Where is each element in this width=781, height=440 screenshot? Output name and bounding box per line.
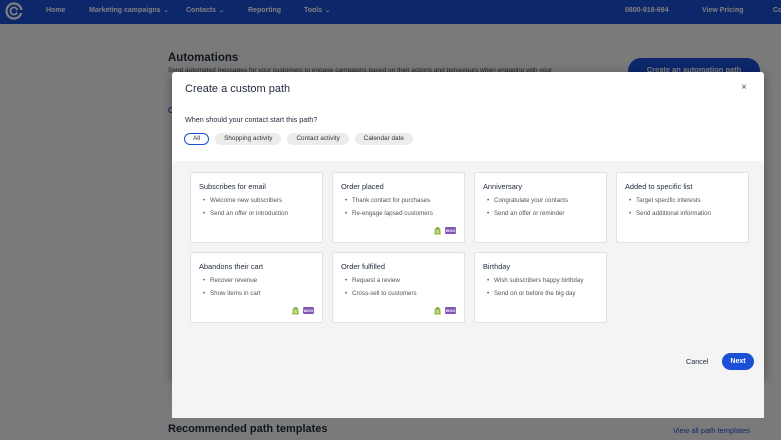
woocommerce-icon: WOO (303, 307, 314, 314)
svg-text:S: S (436, 309, 439, 314)
card-bullet: Wish subscribers happy birthday (487, 277, 605, 285)
card-bullet: Cross-sell to customers (345, 290, 463, 298)
trigger-card-order-placed[interactable]: Order placed Thank contact for purchases R… (332, 172, 465, 243)
card-bullet: Send additional information (629, 210, 747, 218)
next-button[interactable]: Next (722, 353, 754, 370)
card-bullets: Welcome new subscribers Send an offer or … (203, 197, 321, 223)
trigger-grid-area: Subscribes for email Welcome new subscrib… (172, 161, 764, 418)
card-title: Order placed (341, 182, 384, 191)
card-bullet: Send on or before the big day (487, 290, 605, 298)
modal-footer (172, 418, 764, 440)
card-bullet: Send an offer or introduction (203, 210, 321, 218)
modal-title: Create a custom path (185, 83, 291, 95)
svg-text:S: S (294, 309, 297, 314)
filter-chip-contact-activity[interactable]: Contact activity (287, 133, 349, 145)
card-bullet: Thank contact for purchases (345, 197, 463, 205)
trigger-card-subscribes-for-email[interactable]: Subscribes for email Welcome new subscrib… (190, 172, 323, 243)
card-bullet: Congratulate your contacts (487, 197, 605, 205)
cancel-button[interactable]: Cancel (686, 357, 708, 366)
filter-chips: All Shopping activity Contact activity Cale… (184, 133, 413, 145)
card-bullets: Target specific interests Send additional… (629, 197, 747, 223)
integration-icons: S WOO (433, 306, 456, 315)
card-bullet: Target specific interests (629, 197, 747, 205)
card-bullets: Thank contact for purchases Re-engage lap… (345, 197, 463, 223)
card-bullet: Welcome new subscribers (203, 197, 321, 205)
create-custom-path-modal: Create a custom path × When should your … (172, 72, 764, 418)
card-bullets: Request a review Cross-sell to customers (345, 277, 463, 303)
start-question: When should your contact start this path… (185, 115, 318, 124)
card-bullet: Request a review (345, 277, 463, 285)
card-title: Anniversary (483, 182, 523, 191)
trigger-card-anniversary[interactable]: Anniversary Congratulate your contacts Sen… (474, 172, 607, 243)
trigger-card-birthday[interactable]: Birthday Wish subscribers happy birthday S… (474, 252, 607, 323)
filter-chip-calendar-date[interactable]: Calendar date (354, 133, 413, 145)
card-bullets: Recover revenue Show items in cart (203, 277, 321, 303)
woocommerce-icon: WOO (445, 227, 456, 234)
card-bullet: Show items in cart (203, 290, 321, 298)
card-bullets: Wish subscribers happy birthday Send on o… (487, 277, 605, 303)
card-title: Birthday (483, 262, 511, 271)
shopify-icon: S (434, 307, 441, 315)
card-bullet: Re-engage lapsed customers (345, 210, 463, 218)
woocommerce-icon: WOO (445, 307, 456, 314)
card-title: Added to specific list (625, 182, 693, 191)
shopify-icon: S (434, 227, 441, 235)
card-bullet: Send an offer or reminder (487, 210, 605, 218)
filter-chip-shopping-activity[interactable]: Shopping activity (215, 133, 282, 145)
shopify-icon: S (292, 307, 299, 315)
trigger-card-added-to-specific-list[interactable]: Added to specific list Target specific in… (616, 172, 749, 243)
svg-text:S: S (436, 229, 439, 234)
trigger-cards: Subscribes for email Welcome new subscrib… (172, 161, 764, 418)
card-title: Order fulfilled (341, 262, 385, 271)
filter-chip-all[interactable]: All (184, 133, 210, 145)
card-bullets: Congratulate your contacts Send an offer … (487, 197, 605, 223)
card-bullet: Recover revenue (203, 277, 321, 285)
close-icon[interactable]: × (741, 82, 747, 93)
card-title: Subscribes for email (199, 182, 266, 191)
integration-icons: S WOO (433, 226, 456, 235)
card-title: Abandons their cart (199, 262, 264, 271)
trigger-card-order-fulfilled[interactable]: Order fulfilled Request a review Cross-sel… (332, 252, 465, 323)
integration-icons: S WOO (291, 306, 314, 315)
trigger-card-abandons-their-cart[interactable]: Abandons their cart Recover revenue Show i… (190, 252, 323, 323)
